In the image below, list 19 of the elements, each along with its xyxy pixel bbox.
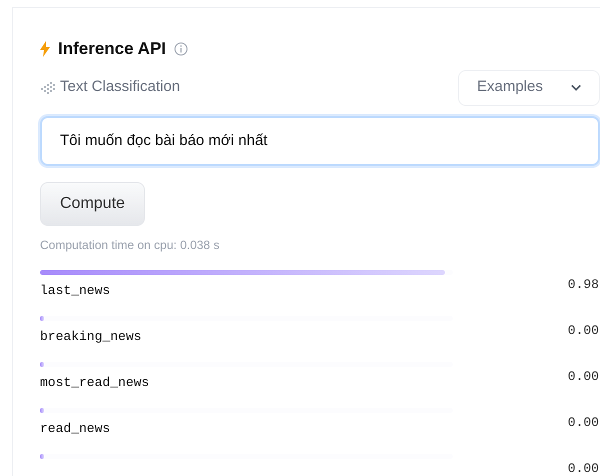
input-field[interactable]: Tôi muốn đọc bài báo mới nhất [40, 116, 600, 166]
class-label: most_read_news [40, 375, 150, 390]
task-icon [40, 80, 56, 94]
score-value: 0.00 [568, 368, 599, 386]
score-value: 0.00 [568, 460, 599, 476]
score-value: 0.98 [568, 276, 599, 294]
lightning-icon [40, 40, 50, 57]
score-value: 0.00 [568, 322, 599, 340]
class-label: last_news [40, 283, 110, 298]
score-value: 0.00 [568, 414, 599, 432]
class-label: read_news [40, 421, 110, 436]
task-label: Text Classification [60, 77, 180, 98]
examples-dropdown[interactable]: Examples [458, 70, 600, 106]
computation-time: Computation time on cpu: 0.038 s [40, 236, 220, 254]
class-label: breaking_news [40, 329, 142, 344]
info-icon[interactable] [174, 42, 188, 56]
compute-button[interactable]: Compute [40, 182, 145, 226]
widget-title: Inference API [58, 38, 166, 60]
chevron-down-icon [570, 84, 581, 92]
